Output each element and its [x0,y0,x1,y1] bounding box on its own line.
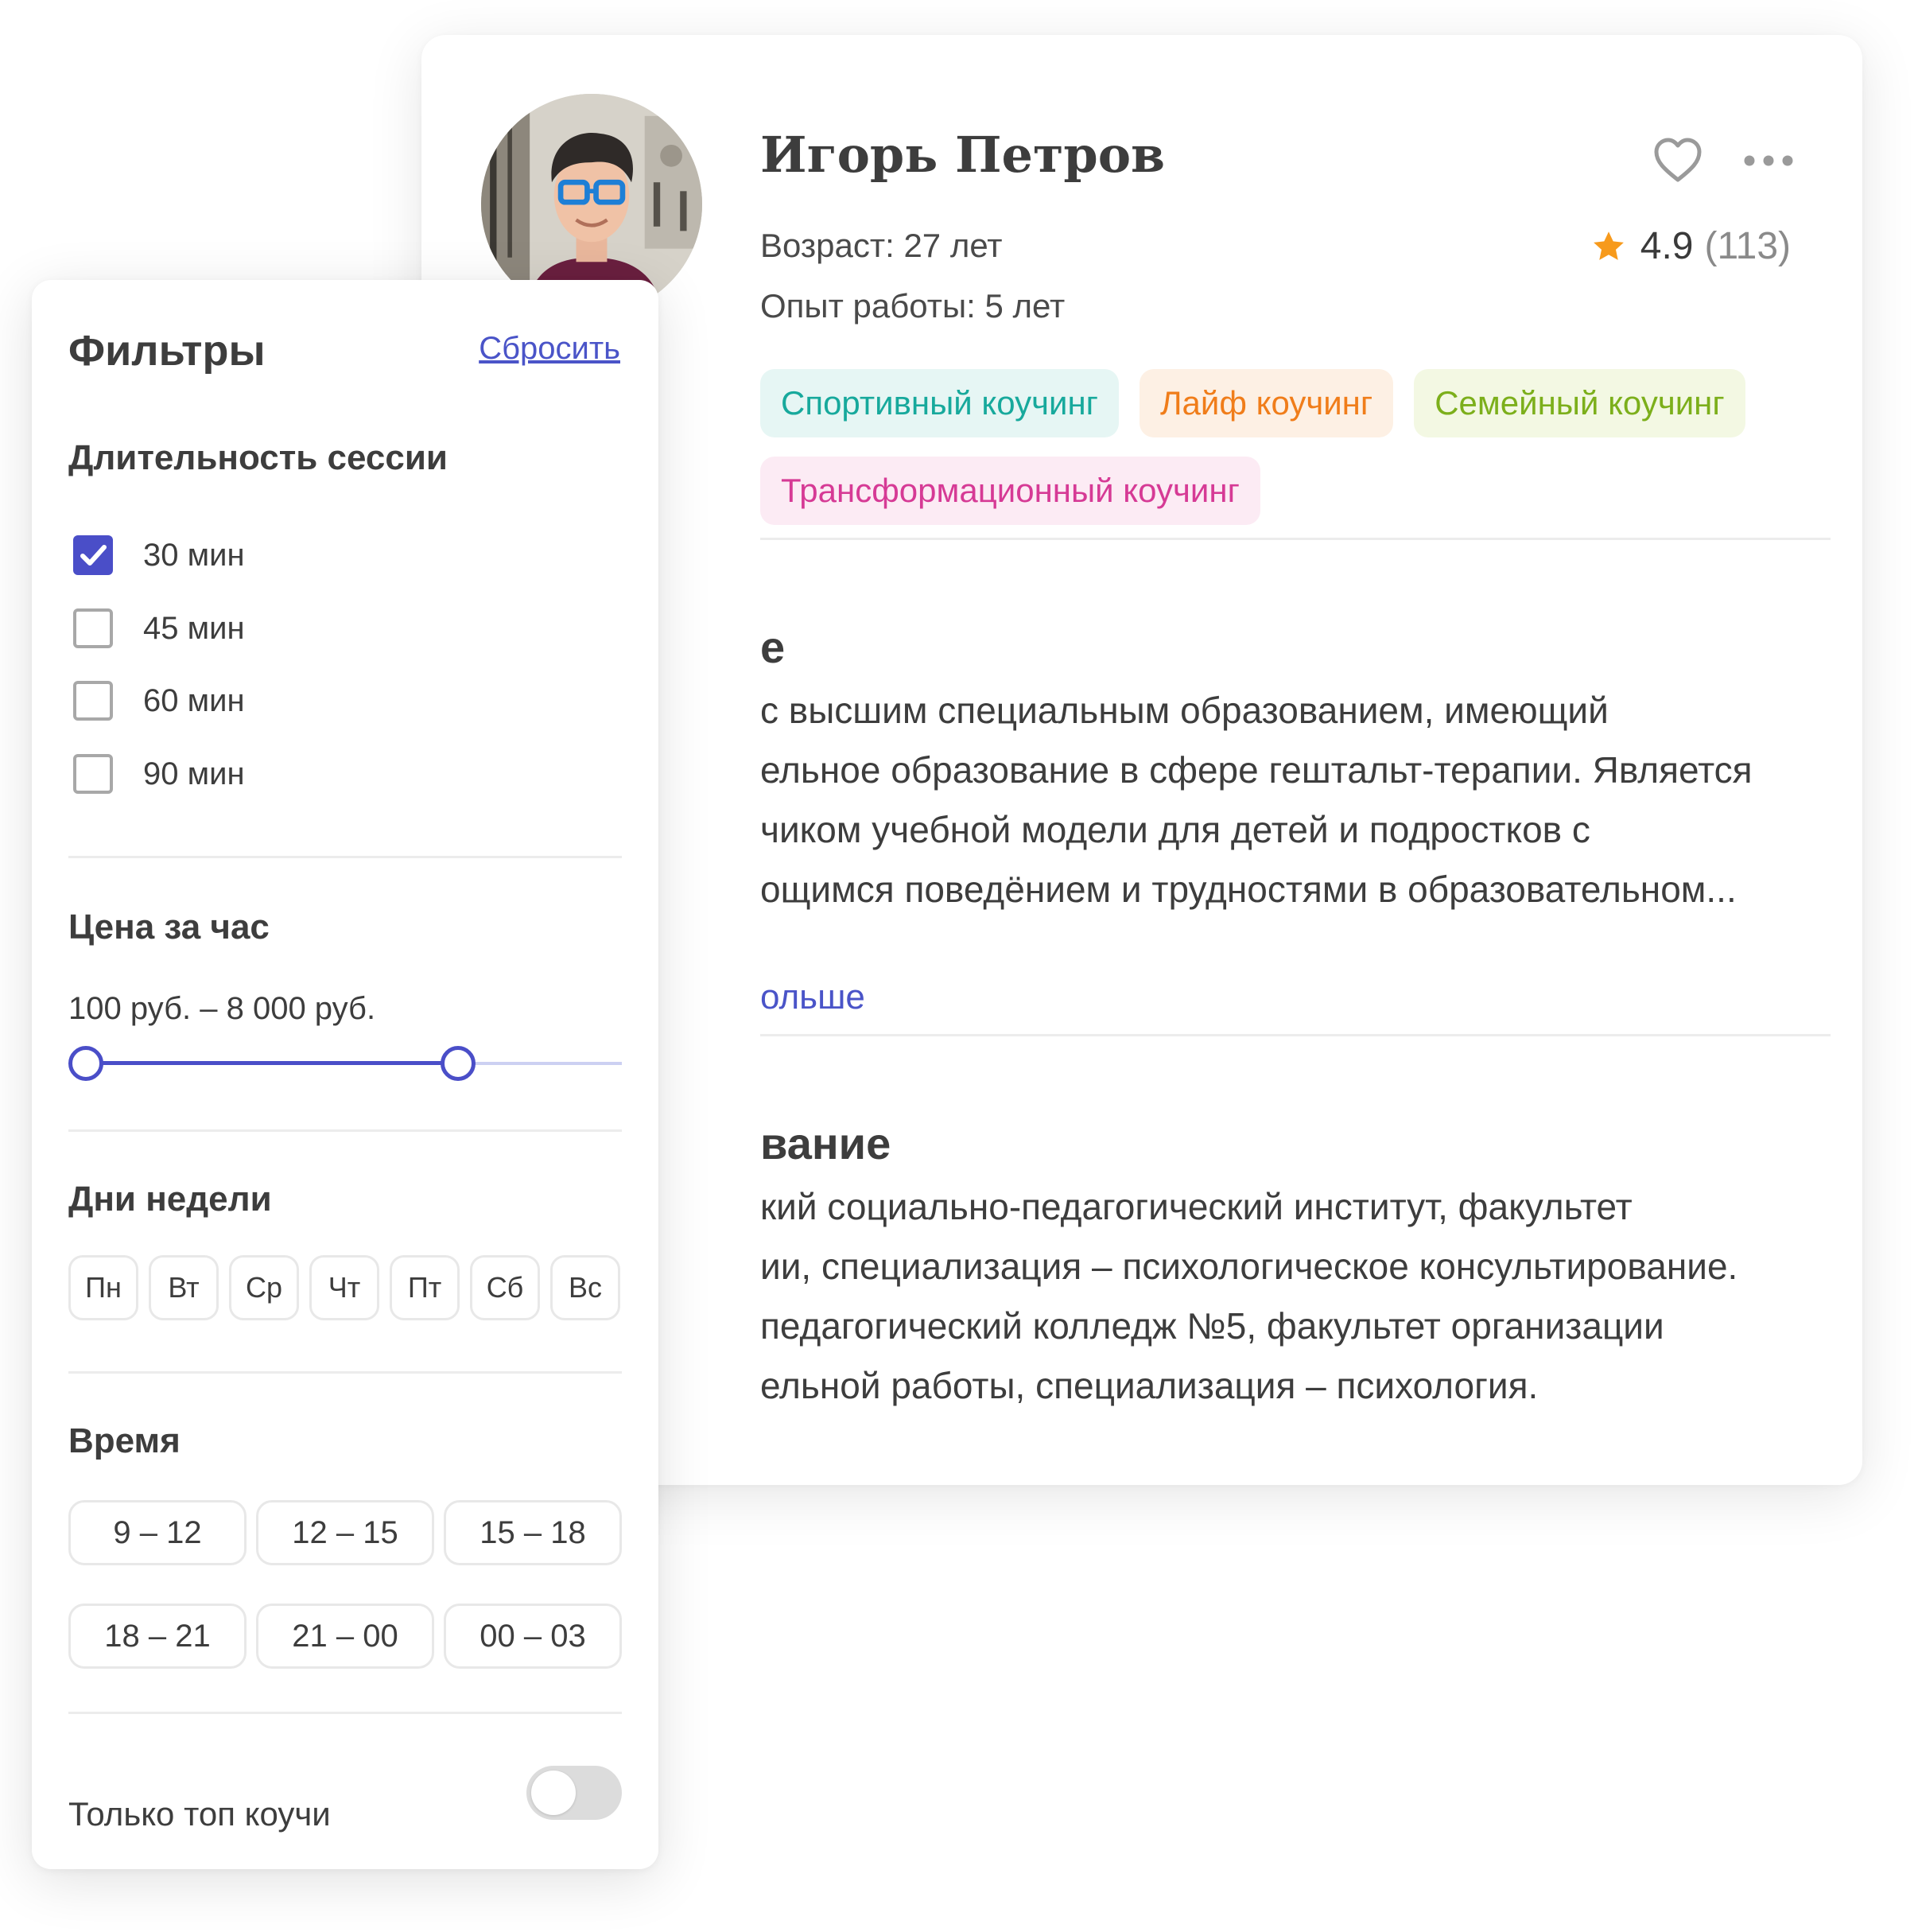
duration-label: 30 мин [143,537,245,573]
read-more-link[interactable]: ольше [760,980,865,1015]
tag-life-coaching[interactable]: Лайф коучинг [1139,369,1394,437]
heart-icon [1654,138,1702,182]
time-slot-selector: 9 – 12 12 – 15 15 – 18 18 – 21 21 – 00 0… [68,1500,625,1669]
coach-experience: Опыт работы: 5 лет [760,287,1066,325]
education-line: ии, специализация – психологическое конс… [760,1246,1738,1287]
star-icon [1593,231,1624,260]
filters-panel: Фильтры Сбросить Длительность сессии 30 … [32,280,658,1869]
day-wed[interactable]: Ср [229,1255,299,1320]
about-section-title: е [760,622,786,672]
checkmark-icon [80,545,107,566]
time-slot[interactable]: 18 – 21 [68,1604,247,1669]
toggle-knob [531,1771,576,1815]
day-thu[interactable]: Чт [309,1255,379,1320]
reset-filters-link[interactable]: Сбросить [479,332,620,364]
day-tue[interactable]: Вт [149,1255,219,1320]
day-sat[interactable]: Сб [470,1255,540,1320]
time-slot[interactable]: 00 – 03 [444,1604,622,1669]
time-slot[interactable]: 12 – 15 [256,1500,434,1565]
divider [68,1712,622,1714]
duration-label: 45 мин [143,610,245,646]
duration-option-90[interactable]: 90 мин [73,752,245,796]
duration-label: 60 мин [143,682,245,718]
about-line: чиком учебной модели для детей и подрост… [760,809,1590,850]
more-options-button[interactable] [1743,150,1794,172]
divider [68,1371,622,1374]
top-coaches-toggle[interactable] [526,1766,622,1820]
education-line: ельной работы, специализация – психологи… [760,1365,1539,1406]
education-text: кий социально-педагогический институт, ф… [760,1177,1834,1416]
day-mon[interactable]: Пн [68,1255,138,1320]
day-fri[interactable]: Пт [390,1255,460,1320]
duration-option-45[interactable]: 45 мин [73,606,245,651]
price-range-slider[interactable] [68,1044,622,1083]
top-coaches-label: Только топ коучи [68,1795,331,1833]
price-range-value: 100 руб. – 8 000 руб. [68,991,376,1026]
education-line: кий социально-педагогический институт, ф… [760,1186,1633,1227]
education-line: педагогический колледж №5, факультет орг… [760,1305,1664,1347]
specialization-tags: Спортивный коучинг Лайф коучинг Семейный… [760,369,1826,525]
divider [68,1129,622,1132]
price-section-title: Цена за час [68,908,270,947]
duration-option-60[interactable]: 60 мин [73,678,245,723]
divider [760,538,1831,540]
divider [760,1034,1831,1036]
rating-value: 4.9 [1640,225,1694,267]
duration-section-title: Длительность сессии [68,438,448,477]
tag-transformation-coaching[interactable]: Трансформационный коучинг [760,457,1260,525]
education-section-title: вание [760,1118,891,1168]
weekday-selector: Пн Вт Ср Чт Пт Сб Вс [68,1255,620,1320]
about-line: ельное образование в сфере гештальт-тера… [760,749,1753,791]
checkbox[interactable] [73,681,113,721]
more-dots-icon [1744,155,1793,166]
reviews-count: (113) [1704,225,1792,267]
slider-min-handle[interactable] [68,1046,103,1081]
coach-name: Игорь Петров [760,126,1166,184]
coach-age: Возраст: 27 лет [760,227,1003,264]
duration-option-30[interactable]: 30 мин [73,533,245,577]
about-line: с высшим специальным образованием, имеющ… [760,690,1609,731]
favorite-button[interactable] [1652,137,1703,185]
slider-track-fill [86,1061,458,1065]
coach-rating: 4.9 (113) [1591,227,1791,266]
tag-family-coaching[interactable]: Семейный коучинг [1414,369,1745,437]
time-slot[interactable]: 15 – 18 [444,1500,622,1565]
slider-max-handle[interactable] [441,1046,476,1081]
day-sun[interactable]: Вс [550,1255,620,1320]
filters-title: Фильтры [68,327,266,375]
about-line: ощимся поведёнием и трудностями в образо… [760,869,1737,910]
divider [68,856,622,858]
checkbox-checked[interactable] [73,535,113,575]
about-text: с высшим специальным образованием, имеющ… [760,681,1834,919]
tag-sport-coaching[interactable]: Спортивный коучинг [760,369,1119,437]
days-section-title: Дни недели [68,1180,272,1219]
checkbox[interactable] [73,608,113,648]
time-section-title: Время [68,1421,181,1460]
checkbox[interactable] [73,754,113,794]
duration-label: 90 мин [143,756,245,791]
time-slot[interactable]: 21 – 00 [256,1604,434,1669]
time-slot[interactable]: 9 – 12 [68,1500,247,1565]
